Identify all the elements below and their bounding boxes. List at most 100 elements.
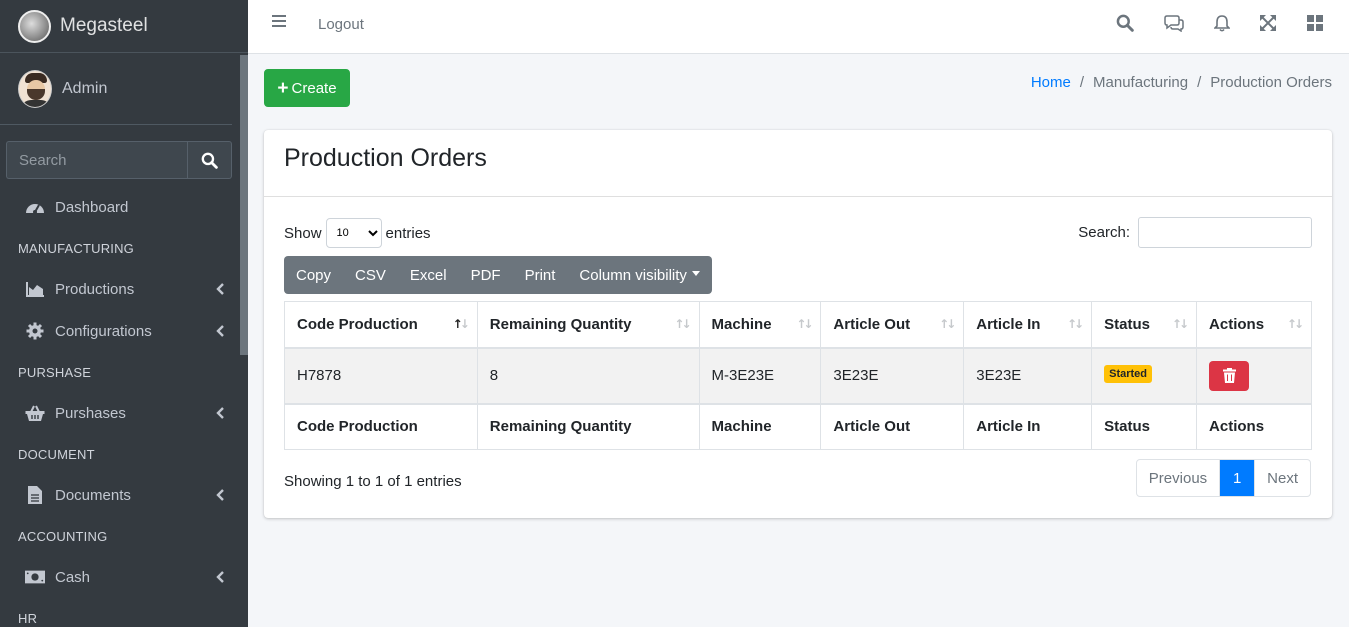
search-icon: [201, 152, 218, 169]
avatar: [18, 69, 52, 108]
footer-code-production: Code Production: [284, 402, 478, 450]
page-title: Production Orders: [284, 144, 487, 172]
column-visibility-label: Column visibility: [579, 266, 687, 284]
user-panel[interactable]: Admin: [0, 53, 232, 125]
table-search-label: Search:: [1078, 224, 1130, 241]
bell-icon[interactable]: [1211, 12, 1233, 34]
brand-logo: [18, 9, 51, 43]
chevron-left-icon: [216, 406, 224, 423]
cell-remaining-quantity: 8: [476, 347, 700, 404]
brand-name: Megasteel: [60, 15, 148, 36]
sidebar-item-label: Cash: [55, 568, 91, 586]
page-length-control: Show 10 entries: [284, 218, 431, 248]
menu-toggle-icon[interactable]: [271, 14, 287, 32]
tachometer-icon: [25, 197, 45, 217]
sidebar-item-productions[interactable]: Productions: [0, 268, 240, 310]
table-info: Showing 1 to 1 of 1 entries: [284, 473, 462, 490]
grid-icon[interactable]: [1304, 12, 1326, 34]
comments-icon[interactable]: [1163, 12, 1185, 34]
nav-header-accounting: ACCOUNTING: [18, 528, 108, 544]
column-visibility-button[interactable]: Column visibility: [567, 256, 712, 294]
sidebar: Megasteel Admin Dashboard MANUFACTURING …: [0, 0, 248, 627]
nav-header-purshase: PURSHASE: [18, 364, 92, 380]
previous-page-button[interactable]: Previous: [1137, 460, 1221, 496]
column-header-remaining-quantity[interactable]: Remaining Quantity ↑↓: [476, 301, 700, 349]
column-header-machine[interactable]: Machine ↑↓: [698, 301, 822, 349]
search-icon[interactable]: [1114, 12, 1136, 34]
column-header-article-in[interactable]: Article In ↑↓: [963, 301, 1093, 349]
cell-actions: [1196, 347, 1312, 404]
sort-icon: ↑↓: [1286, 317, 1304, 331]
breadcrumb: Home / Manufacturing / Production Orders: [1031, 74, 1332, 91]
column-header-status[interactable]: Status ↑↓: [1091, 301, 1198, 349]
cell-status: Started: [1091, 347, 1198, 404]
sidebar-item-cash[interactable]: Cash: [0, 556, 240, 598]
column-header-actions[interactable]: Actions ↑↓: [1196, 301, 1312, 349]
page-length-select[interactable]: 10: [325, 218, 382, 248]
sidebar-item-label: Productions: [55, 280, 135, 298]
user-name[interactable]: Admin: [62, 80, 107, 98]
next-page-button[interactable]: Next: [1254, 460, 1310, 496]
top-navbar: Logout: [248, 0, 1349, 54]
page-1-button[interactable]: 1: [1220, 460, 1255, 496]
copy-button[interactable]: Copy: [284, 256, 343, 294]
sidebar-search-input[interactable]: [6, 141, 187, 179]
nav-header-document: DOCUMENT: [18, 446, 95, 462]
area-chart-icon: [25, 279, 45, 299]
chevron-left-icon: [216, 488, 224, 505]
print-button[interactable]: Print: [513, 256, 568, 294]
cell-article-in: 3E23E: [963, 347, 1093, 404]
breadcrumb-separator: /: [1079, 74, 1085, 91]
footer-article-in: Article In: [963, 402, 1093, 450]
sidebar-item-documents[interactable]: Documents: [0, 474, 240, 516]
sidebar-item-dashboard[interactable]: Dashboard: [0, 186, 240, 228]
sidebar-item-label: Documents: [55, 486, 131, 504]
sidebar-search: [6, 141, 232, 179]
export-button-group: Copy CSV Excel PDF Print Column visibili…: [284, 256, 712, 294]
breadcrumb-home[interactable]: Home: [1031, 74, 1071, 91]
footer-status: Status: [1091, 402, 1198, 450]
expand-icon[interactable]: [1257, 12, 1279, 34]
entries-label: entries: [385, 224, 431, 242]
table-search-input[interactable]: [1138, 217, 1312, 248]
sidebar-item-purshases[interactable]: Purshases: [0, 392, 240, 434]
brand-link[interactable]: Megasteel: [0, 0, 248, 53]
sort-icon: ↑↓: [1171, 317, 1189, 331]
status-badge: Started: [1104, 365, 1153, 383]
breadcrumb-current: Production Orders: [1210, 74, 1332, 91]
sort-icon: ↑↓: [1067, 317, 1084, 331]
sidebar-nav: Dashboard MANUFACTURING Productions Conf…: [0, 186, 240, 627]
sidebar-item-label: Purshases: [55, 404, 126, 422]
table-row[interactable]: H7878 8 M-3E23E 3E23E 3E23E Started: [284, 347, 1312, 404]
production-orders-table: Code Production ↑↓ Remaining Quantity ↑↓ M…: [284, 301, 1312, 450]
chevron-left-icon: [216, 324, 224, 341]
breadcrumb-section: Manufacturing: [1093, 74, 1189, 91]
sidebar-search-button[interactable]: [187, 141, 232, 179]
breadcrumb-separator: /: [1197, 74, 1202, 91]
basket-icon: [25, 403, 45, 423]
production-orders-card: Production Orders Show 10 entries Search…: [264, 130, 1332, 518]
chevron-left-icon: [216, 282, 224, 299]
pagination: Previous 1 Next: [1135, 459, 1311, 497]
table-search: Search:: [1078, 217, 1312, 248]
footer-actions: Actions: [1196, 402, 1312, 450]
sidebar-item-configurations[interactable]: Configurations: [0, 310, 240, 352]
create-button-label: Create: [291, 79, 337, 97]
logout-link[interactable]: Logout: [318, 16, 364, 33]
caret-down-icon: [691, 270, 700, 276]
pdf-button[interactable]: PDF: [459, 256, 513, 294]
show-label: Show: [284, 224, 322, 242]
nav-header-hr: HR: [18, 610, 38, 626]
trash-icon: [1222, 368, 1236, 383]
cell-machine: M-3E23E: [698, 347, 822, 404]
column-header-article-out[interactable]: Article Out ↑↓: [820, 301, 965, 349]
excel-button[interactable]: Excel: [398, 256, 459, 294]
csv-button[interactable]: CSV: [343, 256, 398, 294]
sidebar-scrollbar[interactable]: [240, 55, 248, 355]
column-header-code-production[interactable]: Code Production ↑↓: [284, 301, 478, 349]
sidebar-item-label: Configurations: [55, 322, 152, 340]
delete-button[interactable]: [1209, 360, 1250, 391]
footer-article-out: Article Out: [820, 402, 965, 450]
gear-icon: [25, 321, 45, 341]
create-button[interactable]: + Create: [264, 69, 350, 107]
